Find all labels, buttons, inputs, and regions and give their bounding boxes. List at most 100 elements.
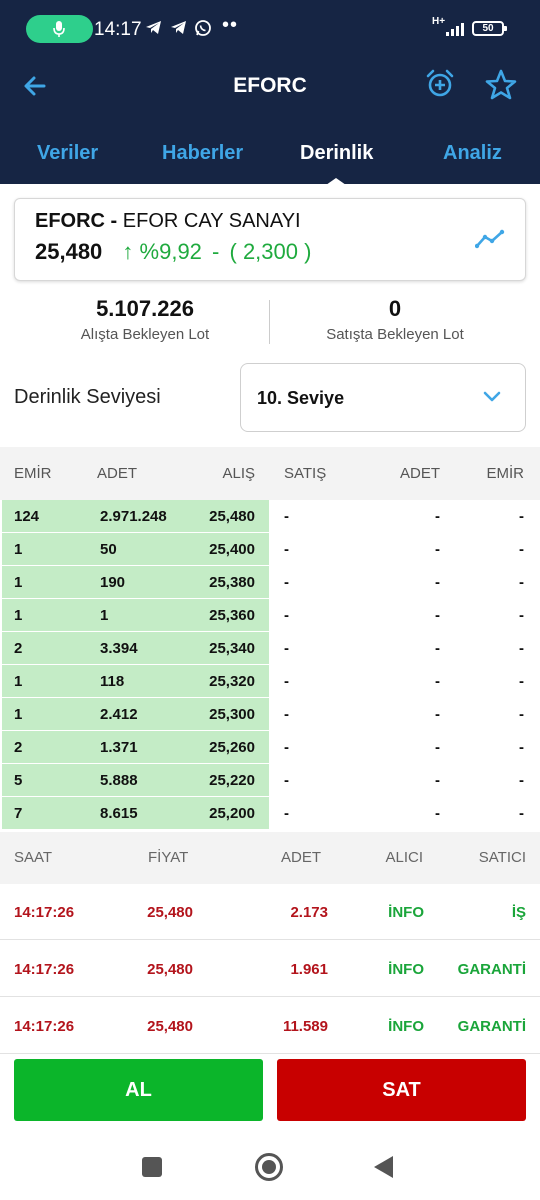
ask-orders: - — [519, 805, 524, 822]
tab-haberler[interactable]: Haberler — [162, 142, 243, 165]
bid-orders: 1 — [14, 607, 23, 624]
depth-level-select[interactable]: 10. Seviye — [240, 363, 526, 432]
bid-lots: 5.107.226 Alışta Bekleyen Lot — [10, 296, 280, 343]
bid-price: 25,200 — [209, 805, 255, 822]
chart-line-icon[interactable] — [475, 229, 505, 249]
status-bar: 14:17 •• H+ 50 — [0, 0, 540, 60]
trade-price: 25,480 — [147, 961, 193, 978]
depth-row: 2 1.371 25,260 - - - — [0, 731, 540, 764]
bid-price: 25,480 — [209, 508, 255, 525]
stock-quote: 25,480 ↑ %9,92 - ( 2,300 ) — [35, 239, 311, 265]
col-qty: ADET — [280, 849, 321, 866]
tab-veriler[interactable]: Veriler — [37, 142, 98, 165]
depth-table-header: EMİR ADET ALIŞ SATIŞ ADET EMİR — [0, 447, 540, 500]
ask-qty: - — [435, 607, 440, 624]
ask-qty: - — [435, 739, 440, 756]
col-buyer: ALICI — [385, 849, 423, 866]
ask-orders: - — [519, 607, 524, 624]
col-ask-price: SATIŞ — [284, 465, 327, 482]
depth-row: 2 3.394 25,340 - - - — [0, 632, 540, 665]
depth-level-label: Derinlik Seviyesi — [14, 386, 161, 408]
pending-lots: 5.107.226 Alışta Bekleyen Lot 0 Satışta … — [0, 296, 540, 352]
trade-time: 14:17:26 — [14, 1018, 75, 1035]
ask-qty: - — [435, 541, 440, 558]
bid-orders: 2 — [14, 739, 23, 756]
bid-price: 25,320 — [209, 673, 255, 690]
depth-row: 124 2.971.248 25,480 - - - — [0, 500, 540, 533]
ask-price: - — [284, 673, 289, 690]
depth-table-body: 124 2.971.248 25,480 - - - 1 50 25,400 -… — [0, 500, 540, 830]
app-header: 14:17 •• H+ 50 EFORC Veriler Haberler De… — [0, 0, 540, 185]
col-ask-qty: ADET — [399, 465, 440, 482]
ask-orders: - — [519, 739, 524, 756]
bid-price: 25,400 — [209, 541, 255, 558]
trade-row[interactable]: 14:17:26 25,480 1.961 İNFO GARANTİ — [0, 941, 540, 997]
col-time: SAAT — [14, 849, 53, 866]
ask-lots: 0 Satışta Bekleyen Lot — [260, 296, 530, 343]
ask-orders: - — [519, 574, 524, 591]
stock-change-separator: - — [212, 239, 220, 264]
tab-analiz[interactable]: Analiz — [443, 142, 502, 165]
nav-recents-icon[interactable] — [142, 1157, 162, 1177]
col-seller: SATICI — [478, 849, 526, 866]
bid-qty: 8.615 — [100, 805, 138, 822]
ask-price: - — [284, 640, 289, 657]
stock-change-percent: ↑ %9,92 — [122, 239, 202, 264]
page-title: EFORC — [233, 74, 307, 97]
nav-back-icon[interactable] — [374, 1156, 393, 1178]
sell-button[interactable]: SAT — [277, 1059, 526, 1121]
active-tab-indicator — [326, 178, 346, 185]
bid-orders: 7 — [14, 805, 23, 822]
depth-row: 1 50 25,400 - - - — [0, 533, 540, 566]
trades-table-header: SAAT FİYAT ADET ALICI SATICI — [0, 832, 540, 884]
ask-price: - — [284, 541, 289, 558]
chevron-down-icon — [483, 391, 501, 402]
bid-price: 25,380 — [209, 574, 255, 591]
bid-orders: 1 — [14, 673, 23, 690]
col-bid-qty: ADET — [97, 465, 138, 482]
battery-icon: 50 — [472, 21, 507, 36]
bid-price: 25,340 — [209, 640, 255, 657]
telegram-icon — [171, 21, 186, 34]
stock-title: EFORC - EFOR CAY SANAYI — [35, 210, 301, 233]
ask-qty: - — [435, 673, 440, 690]
signal-icon — [446, 23, 464, 36]
ask-qty: - — [435, 772, 440, 789]
trade-row[interactable]: 14:17:26 25,480 2.173 İNFO İŞ — [0, 884, 540, 940]
trade-qty: 1.961 — [290, 961, 328, 978]
bid-price: 25,300 — [209, 706, 255, 723]
trade-row[interactable]: 14:17:26 25,480 11.589 İNFO GARANTİ — [0, 998, 540, 1054]
ask-lots-label: Satışta Bekleyen Lot — [326, 326, 464, 343]
bid-orders: 1 — [14, 541, 23, 558]
ask-qty: - — [435, 640, 440, 657]
bid-orders: 1 — [14, 574, 23, 591]
network-type: H+ — [432, 16, 446, 27]
buy-button[interactable]: AL — [14, 1059, 263, 1121]
depth-row: 1 2.412 25,300 - - - — [0, 698, 540, 731]
depth-row: 7 8.615 25,200 - - - — [0, 797, 540, 830]
status-more: •• — [222, 14, 239, 36]
ask-price: - — [284, 706, 289, 723]
bid-orders: 124 — [14, 508, 40, 525]
bid-lots-value: 5.107.226 — [96, 296, 194, 321]
ask-qty: - — [435, 706, 440, 723]
ask-qty: - — [435, 508, 440, 525]
col-bid-price: ALIŞ — [222, 465, 255, 482]
tab-derinlik[interactable]: Derinlik — [300, 142, 373, 165]
stock-change-abs: ( 2,300 ) — [229, 239, 312, 264]
bid-qty: 2.412 — [100, 706, 138, 723]
stock-price: 25,480 — [35, 239, 103, 264]
ask-price: - — [284, 772, 289, 789]
stock-card[interactable]: EFORC - EFOR CAY SANAYI 25,480 ↑ %9,92 -… — [14, 198, 526, 281]
bid-lots-label: Alışta Bekleyen Lot — [80, 326, 210, 343]
bid-orders: 2 — [14, 640, 23, 657]
trade-qty: 11.589 — [282, 1018, 328, 1035]
mic-indicator[interactable] — [26, 15, 93, 43]
ask-orders: - — [519, 640, 524, 657]
status-time: 14:17 — [94, 19, 142, 40]
ask-orders: - — [519, 508, 524, 525]
alarm-add-icon[interactable] — [424, 68, 456, 100]
star-icon[interactable] — [484, 68, 518, 102]
nav-home-icon[interactable] — [255, 1153, 283, 1181]
tab-bar: Veriler Haberler Derinlik Analiz — [0, 130, 540, 185]
